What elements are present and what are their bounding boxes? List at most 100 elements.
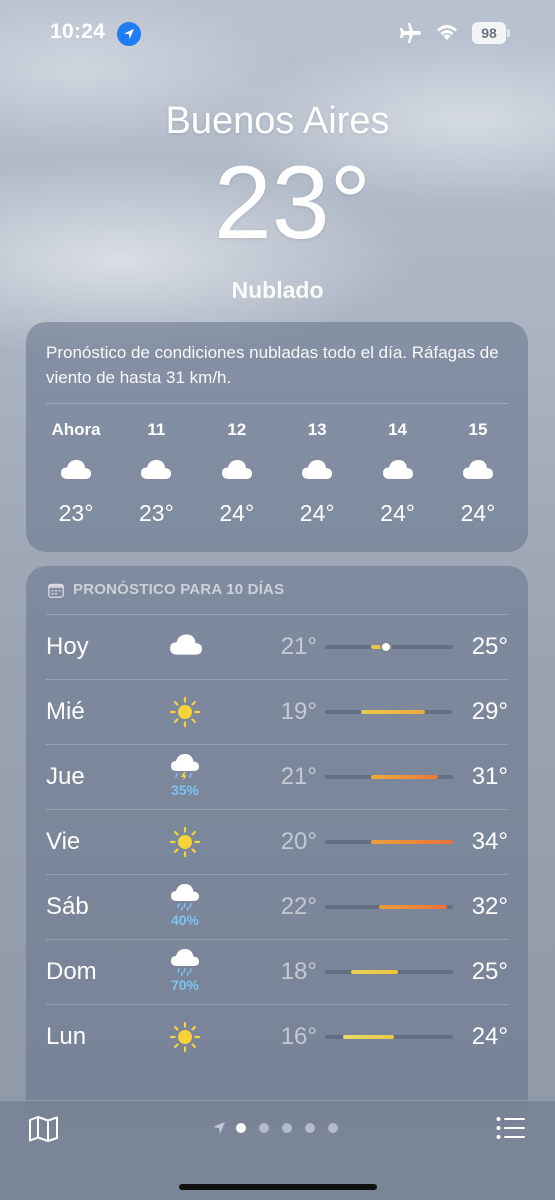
day-low-temp: 21°: [280, 763, 317, 790]
hour-label: Ahora: [51, 420, 101, 439]
day-row[interactable]: Jue 35% 21° 31°: [26, 744, 528, 809]
hour-label: 14: [388, 420, 408, 439]
page-indicator[interactable]: [212, 1121, 351, 1135]
day-row[interactable]: Lun 16° 24°: [26, 1004, 528, 1069]
temperature-range-fill: [371, 840, 453, 844]
precipitation-chance: 40%: [170, 912, 200, 928]
day-high-temp: 24°: [471, 1023, 508, 1050]
cloud-icon: [221, 460, 252, 479]
temperature-range-bar: [325, 905, 453, 909]
battery-level: 98: [472, 22, 506, 44]
daily-forecast-title: PRONÓSTICO PARA 10 DÍAS: [73, 581, 285, 598]
temperature-range-fill: [360, 710, 425, 714]
precipitation-chance: 70%: [170, 977, 200, 993]
day-high-temp: 34°: [471, 828, 508, 855]
rain-icon: [169, 947, 201, 979]
day-low-temp: 16°: [280, 1023, 317, 1050]
day-name: Dom: [46, 958, 97, 985]
precipitation-chance: 35%: [170, 782, 200, 798]
day-low-temp: 20°: [280, 828, 317, 855]
hour-item: 14 24°: [358, 420, 438, 540]
rain-icon: [169, 882, 201, 914]
list-icon[interactable]: [496, 1116, 526, 1140]
hour-label: 12: [227, 420, 247, 439]
day-low-temp: 19°: [280, 698, 317, 725]
hour-item: 13 24°: [277, 420, 357, 540]
wifi-icon: [437, 25, 457, 40]
day-name: Mié: [46, 698, 85, 725]
hour-item: Ahora 23°: [36, 420, 116, 540]
hourly-list[interactable]: Ahora 23° 11 23° 12 24° 13 24° 14 24° 15…: [36, 420, 518, 540]
day-name: Hoy: [46, 633, 89, 660]
day-high-temp: 25°: [471, 958, 508, 985]
cloud-icon: [169, 631, 202, 663]
sun-icon: [169, 696, 201, 728]
day-name: Lun: [46, 1023, 87, 1050]
page-dot[interactable]: [305, 1123, 315, 1133]
hour-label: 11: [147, 420, 166, 439]
page-dot[interactable]: [328, 1123, 338, 1133]
day-high-temp: 29°: [471, 698, 508, 725]
thunderstorm-icon: [169, 752, 201, 784]
forecast-summary: Pronóstico de condiciones nubladas todo …: [46, 343, 499, 387]
divider: [46, 679, 508, 680]
cloud-icon: [382, 460, 413, 479]
hour-label: 13: [307, 420, 327, 439]
current-temp-marker: [382, 643, 391, 651]
day-low-temp: 18°: [280, 958, 317, 985]
cloud-icon: [61, 460, 91, 479]
temperature-range-fill: [342, 1035, 395, 1039]
map-icon[interactable]: [28, 1115, 59, 1143]
temperature-range-bar: [325, 840, 453, 844]
battery-indicator: 98: [472, 22, 510, 44]
location-arrow-icon: [117, 22, 141, 46]
day-row[interactable]: Sáb 40% 22° 32°: [26, 874, 528, 939]
divider: [46, 939, 508, 940]
hour-temp: 24°: [460, 500, 496, 526]
hour-temp: 24°: [219, 500, 255, 526]
current-temperature: 23°: [213, 145, 372, 261]
day-high-temp: 25°: [471, 633, 508, 660]
current-condition: Nublado: [231, 277, 324, 303]
cloud-icon: [462, 460, 493, 479]
temperature-range-bar: [325, 775, 453, 779]
bottom-toolbar: [0, 1100, 555, 1200]
divider: [46, 614, 508, 615]
day-low-temp: 21°: [280, 633, 317, 660]
day-high-temp: 32°: [471, 893, 508, 920]
airplane-icon: [400, 23, 421, 43]
temperature-range-bar: [325, 1035, 453, 1039]
temperature-range-fill: [378, 905, 447, 909]
day-row[interactable]: Mié 19° 29°: [26, 679, 528, 744]
page-dot[interactable]: [259, 1123, 269, 1133]
day-row[interactable]: Dom 70% 18° 25°: [26, 939, 528, 1004]
day-row[interactable]: Vie 20° 34°: [26, 809, 528, 874]
hour-temp: 24°: [299, 500, 335, 526]
temperature-range-bar: [325, 643, 453, 651]
temperature-range-fill: [350, 970, 398, 974]
status-bar: 10:24 98: [0, 0, 555, 66]
status-time: 10:24: [50, 20, 106, 43]
divider: [46, 874, 508, 875]
day-name: Vie: [46, 828, 81, 855]
divider: [46, 744, 508, 745]
page-dot[interactable]: [282, 1123, 292, 1133]
day-low-temp: 22°: [280, 893, 317, 920]
location-arrow-icon: [213, 1122, 225, 1134]
sun-icon: [169, 1021, 201, 1053]
city-name: Buenos Aires: [165, 100, 390, 142]
cloud-icon: [302, 460, 333, 479]
daily-forecast-card[interactable]: PRONÓSTICO PARA 10 DÍAS Hoy 21° 25° Mié 19° 2…: [26, 566, 528, 1126]
day-name: Sáb: [46, 893, 89, 920]
page-dot-active[interactable]: [236, 1123, 246, 1133]
day-high-temp: 31°: [471, 763, 508, 790]
divider: [46, 403, 508, 404]
hour-temp: 23°: [58, 500, 94, 526]
hourly-forecast-card[interactable]: Pronóstico de condiciones nubladas todo …: [26, 322, 528, 552]
hour-label: 15: [468, 420, 488, 439]
temperature-range-bar: [325, 970, 453, 974]
day-row[interactable]: Hoy 21° 25°: [26, 614, 528, 679]
temperature-range-bar: [325, 710, 453, 714]
day-name: Jue: [46, 763, 85, 790]
hour-item: 12 24°: [197, 420, 277, 540]
